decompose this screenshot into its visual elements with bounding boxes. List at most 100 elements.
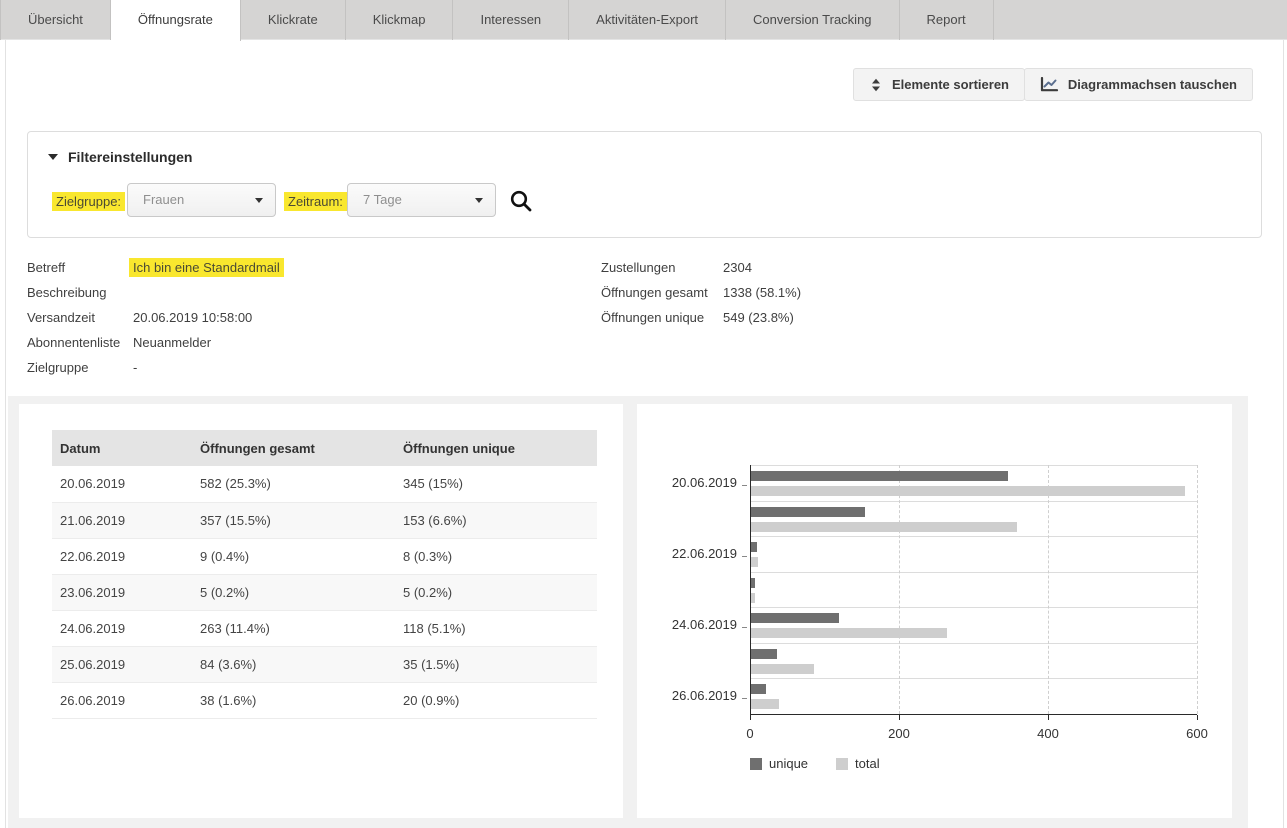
table-cell: 20 (0.9%) xyxy=(395,682,597,718)
mailing-details: Betreff Ich bin eine Standardmail Beschrei… xyxy=(27,260,587,385)
band-separator-line xyxy=(750,607,1197,608)
detail-label: Abonnentenliste xyxy=(27,335,120,350)
sort-arrows-icon xyxy=(869,77,883,93)
detail-value: 1338 (58.1%) xyxy=(723,285,801,300)
zielgruppe-dropdown[interactable]: Frauen xyxy=(127,183,276,217)
bar-total xyxy=(751,486,1185,496)
tab-aktivit-ten-export[interactable]: Aktivitäten-Export xyxy=(569,0,726,40)
sort-elements-button[interactable]: Elemente sortieren xyxy=(853,68,1025,101)
swap-chart-axes-button[interactable]: Diagrammachsen tauschen xyxy=(1024,68,1253,101)
band-separator-line xyxy=(750,465,1197,466)
table-row: 21.06.2019357 (15.5%)153 (6.6%) xyxy=(52,502,597,538)
table-cell: 21.06.2019 xyxy=(52,502,192,538)
tab-klickmap[interactable]: Klickmap xyxy=(346,0,454,40)
table-cell: 20.06.2019 xyxy=(52,466,192,502)
bar-unique xyxy=(751,578,755,588)
openings-table: DatumÖffnungen gesamtÖffnungen unique 20… xyxy=(52,430,597,719)
detail-label: Öffnungen gesamt xyxy=(601,285,708,300)
filter-settings-title: Filtereinstellungen xyxy=(68,149,192,165)
table-cell: 263 (11.4%) xyxy=(192,610,395,646)
table-cell: 118 (5.1%) xyxy=(395,610,597,646)
detail-row: Zustellungen2304 xyxy=(601,260,1001,285)
zeitraum-filter-label: Zeitraum: xyxy=(284,192,347,211)
plot-area xyxy=(750,465,1197,714)
detail-row: Betreff Ich bin eine Standardmail xyxy=(27,260,587,285)
tab-interessen[interactable]: Interessen xyxy=(453,0,569,40)
table-cell: 25.06.2019 xyxy=(52,646,192,682)
detail-label: Versandzeit xyxy=(27,310,95,325)
vertical-gridline xyxy=(1048,465,1049,714)
x-axis-value-label: 0 xyxy=(720,726,780,741)
table-cell: 35 (1.5%) xyxy=(395,646,597,682)
y-axis-tick xyxy=(742,627,747,628)
detail-row: Beschreibung xyxy=(27,285,587,310)
chart-legend: unique total xyxy=(750,756,880,771)
detail-row: Abonnentenliste Neuanmelder xyxy=(27,335,587,360)
oeffnungsrate-page: ÜbersichtÖffnungsrateKlickrateKlickmapIn… xyxy=(0,0,1287,828)
detail-row: Öffnungen unique 549 (23.8%) xyxy=(601,310,1001,335)
bar-unique xyxy=(751,613,839,623)
tab-klickrate[interactable]: Klickrate xyxy=(241,0,346,40)
legend-item-unique: unique xyxy=(750,756,808,771)
legend-label: total xyxy=(855,756,880,771)
vertical-gridline xyxy=(899,465,900,714)
openings-table-panel: DatumÖffnungen gesamtÖffnungen unique 20… xyxy=(19,404,623,818)
tab--bersicht[interactable]: Übersicht xyxy=(0,0,111,40)
x-axis-tick xyxy=(1197,715,1198,720)
detail-label: Zielgruppe xyxy=(27,360,88,375)
zielgruppe-filter-label: Zielgruppe: xyxy=(52,192,125,211)
line-chart-icon xyxy=(1040,77,1059,93)
bar-total xyxy=(751,699,779,709)
detail-value: Ich bin eine Standardmail xyxy=(133,260,284,275)
band-separator-line xyxy=(750,643,1197,644)
table-cell: 5 (0.2%) xyxy=(192,574,395,610)
mailing-stats: Zustellungen2304Öffnungen gesamt 1338 (58… xyxy=(601,260,1001,335)
detail-row: Versandzeit 20.06.2019 10:58:00 xyxy=(27,310,587,335)
bar-unique xyxy=(751,542,757,552)
x-axis-tick xyxy=(750,715,751,720)
filter-settings-box: Filtereinstellungen Zielgruppe: Frauen Z… xyxy=(27,131,1262,238)
table-cell: 582 (25.3%) xyxy=(192,466,395,502)
x-axis-value-label: 200 xyxy=(869,726,929,741)
y-axis-date-label: 20.06.2019 xyxy=(637,475,737,490)
tab-report[interactable]: Report xyxy=(900,0,994,40)
y-axis-date-label: 26.06.2019 xyxy=(637,688,737,703)
table-row: 20.06.2019582 (25.3%)345 (15%) xyxy=(52,466,597,502)
bar-unique xyxy=(751,684,766,694)
chevron-down-icon xyxy=(475,198,483,203)
x-axis-line xyxy=(750,714,1197,715)
band-separator-line xyxy=(750,501,1197,502)
table-row: 25.06.201984 (3.6%)35 (1.5%) xyxy=(52,646,597,682)
y-axis-tick xyxy=(742,485,747,486)
bar-total xyxy=(751,522,1017,532)
filter-settings-toggle[interactable]: Filtereinstellungen xyxy=(48,149,192,165)
table-cell: 357 (15.5%) xyxy=(192,502,395,538)
bar-total xyxy=(751,628,947,638)
detail-label: Betreff xyxy=(27,260,65,275)
zeitraum-dropdown[interactable]: 7 Tage xyxy=(347,183,496,217)
table-row: 26.06.201938 (1.6%)20 (0.9%) xyxy=(52,682,597,718)
detail-label: Öffnungen unique xyxy=(601,310,704,325)
band-separator-line xyxy=(750,572,1197,573)
table-row: 24.06.2019263 (11.4%)118 (5.1%) xyxy=(52,610,597,646)
band-separator-line xyxy=(750,678,1197,679)
detail-value: 549 (23.8%) xyxy=(723,310,794,325)
legend-swatch-unique xyxy=(750,758,762,770)
table-cell: 26.06.2019 xyxy=(52,682,192,718)
table-cell: 8 (0.3%) xyxy=(395,538,597,574)
y-axis-line xyxy=(750,465,751,714)
openings-bar-chart: 20.06.201922.06.201924.06.201926.06.2019… xyxy=(637,404,1232,818)
tab--ffnungsrate[interactable]: Öffnungsrate xyxy=(111,0,241,41)
y-axis-date-label: 24.06.2019 xyxy=(637,617,737,632)
openings-chart-panel: 20.06.201922.06.201924.06.201926.06.2019… xyxy=(637,404,1232,818)
page-left-border xyxy=(5,40,6,828)
tab-conversion-tracking[interactable]: Conversion Tracking xyxy=(726,0,900,40)
table-header-cell: Öffnungen unique xyxy=(395,430,597,466)
band-separator-line xyxy=(750,536,1197,537)
detail-value: 20.06.2019 10:58:00 xyxy=(133,310,252,325)
search-icon[interactable] xyxy=(508,188,534,214)
chevron-down-icon xyxy=(255,198,263,203)
table-cell: 153 (6.6%) xyxy=(395,502,597,538)
table-row: 22.06.20199 (0.4%)8 (0.3%) xyxy=(52,538,597,574)
detail-value: Neuanmelder xyxy=(133,335,211,350)
